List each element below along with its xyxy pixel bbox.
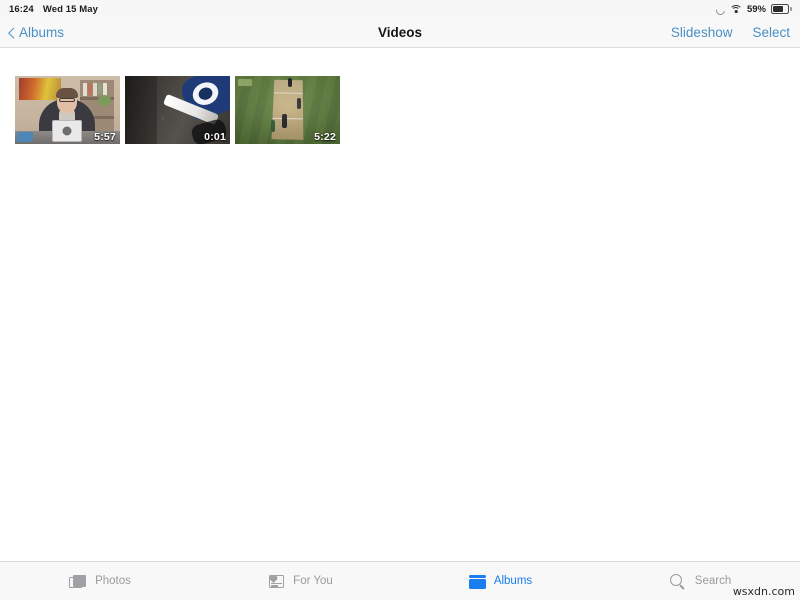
for-you-icon <box>267 573 286 590</box>
status-bar-clock: 16:24 <box>9 3 34 15</box>
rotation-lock-icon <box>715 4 725 14</box>
video-duration-label: 5:57 <box>94 131 116 143</box>
video-thumbnail[interactable]: 5:57 <box>15 76 120 144</box>
watermark: wsxdn.com <box>732 585 795 598</box>
navigation-bar: Albums Videos Slideshow Select <box>0 18 800 48</box>
video-duration-label: 0:01 <box>204 131 226 143</box>
tab-for-you[interactable]: For You <box>200 562 400 600</box>
tab-photos-label: Photos <box>95 575 131 587</box>
channel-logo-badge <box>238 79 252 86</box>
navigation-bar-actions: Slideshow Select <box>671 18 790 47</box>
video-thumbnail-grid: 5:57 0:01 5:22 <box>15 76 340 144</box>
albums-icon <box>468 573 487 590</box>
videos-content-area: 5:57 0:01 5:22 <box>0 49 800 561</box>
tab-albums[interactable]: Albums <box>400 562 600 600</box>
battery-icon <box>771 4 792 14</box>
video-duration-label: 5:22 <box>314 131 336 143</box>
video-thumbnail[interactable]: 0:01 <box>125 76 230 144</box>
tab-bar: Photos For You Albums Search <box>0 561 800 600</box>
video-thumbnail[interactable]: 5:22 <box>235 76 340 144</box>
wifi-icon <box>729 4 743 14</box>
ipad-photos-app-screen: 16:24 Wed 15 May 59% Albums Videos Slide… <box>0 0 800 600</box>
tab-albums-label: Albums <box>493 575 533 587</box>
search-icon <box>669 573 688 590</box>
status-bar: 16:24 Wed 15 May 59% <box>0 0 800 18</box>
tab-photos[interactable]: Photos <box>0 562 200 600</box>
status-bar-left: 16:24 Wed 15 May <box>0 4 98 15</box>
select-button[interactable]: Select <box>752 25 790 40</box>
photos-icon <box>69 573 88 590</box>
tab-search-label: Search <box>694 575 732 587</box>
tab-for-you-label: For You <box>293 575 333 587</box>
status-bar-right: 59% <box>715 0 792 18</box>
battery-percent-label: 59% <box>746 3 766 15</box>
status-bar-date: Wed 15 May <box>42 3 99 15</box>
slideshow-button[interactable]: Slideshow <box>671 25 733 40</box>
